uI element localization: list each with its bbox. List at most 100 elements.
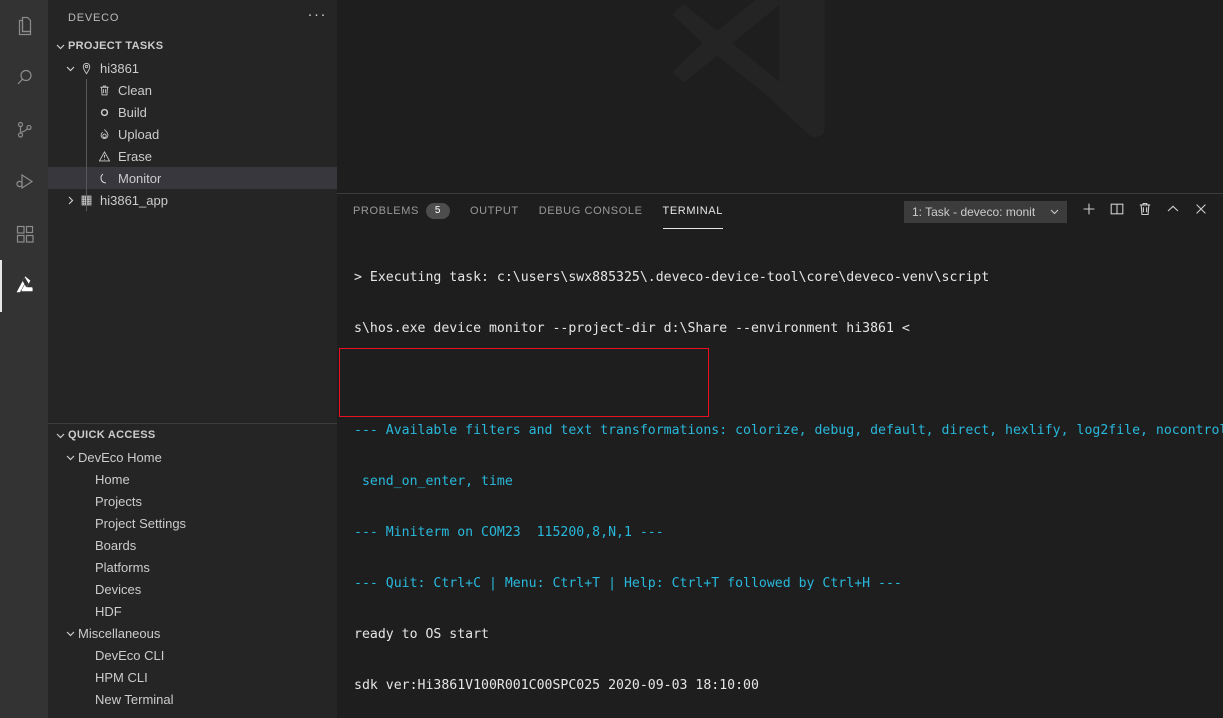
tab-label: DEBUG CONSOLE — [538, 204, 643, 217]
tab-problems[interactable]: PROBLEMS 5 — [353, 194, 450, 229]
chevron-down-icon — [1047, 206, 1061, 217]
section-label-project-tasks: PROJECT TASKS — [68, 40, 164, 52]
split-terminal-button[interactable] — [1103, 198, 1131, 226]
terminal-line: --- Quit: Ctrl+C | Menu: Ctrl+T | Help: … — [354, 576, 902, 591]
tree-row-project-settings[interactable]: Project Settings — [48, 512, 337, 534]
terminal-line: --- Miniterm on COM23 115200,8,N,1 --- — [354, 525, 664, 540]
tree-label: HPM CLI — [95, 669, 148, 685]
location-pin-icon — [78, 60, 94, 76]
project-tasks-tree: hi3861 Clean Build Upload Erase Monitor … — [48, 57, 337, 211]
sidebar-title-bar: DEVECO ··· — [48, 0, 337, 35]
tree-label: Project Settings — [95, 515, 187, 531]
terminal-viewport[interactable]: > Executing task: c:\users\swx885325\.de… — [337, 229, 1223, 718]
tab-debug-console[interactable]: DEBUG CONSOLE — [539, 194, 643, 229]
kill-terminal-button[interactable] — [1131, 198, 1159, 226]
tree-row-projects[interactable]: Projects — [48, 490, 337, 512]
terminal-line: s\hos.exe device monitor --project-dir d… — [354, 321, 910, 336]
quick-access-tree: DevEco Home Home Projects Project Settin… — [48, 446, 337, 710]
warning-triangle-icon — [96, 148, 112, 164]
tree-row-platforms[interactable]: Platforms — [48, 556, 337, 578]
panel-actions: 1: Task - deveco: monit — [904, 194, 1215, 229]
new-terminal-button[interactable] — [1075, 198, 1103, 226]
terminal-output: > Executing task: c:\users\swx885325\.de… — [337, 235, 1223, 718]
activity-bar — [0, 0, 48, 718]
close-panel-button[interactable] — [1187, 198, 1215, 226]
section-header-project-tasks[interactable]: PROJECT TASKS — [48, 35, 337, 57]
tree-label: Clean — [118, 82, 152, 98]
tree-row-hi3861[interactable]: hi3861 — [48, 57, 337, 79]
chevron-up-icon — [1165, 201, 1181, 222]
empty-editor-background — [337, 0, 1223, 193]
main-area: PROBLEMS 5 OUTPUT DEBUG CONSOLE TERMINAL — [337, 0, 1223, 718]
terminal-selector-dropdown[interactable]: 1: Task - deveco: monit — [904, 200, 1067, 223]
tree-row-home[interactable]: Home — [48, 468, 337, 490]
activity-item-explorer[interactable] — [0, 0, 48, 52]
tree-label: Upload — [118, 126, 160, 142]
chevron-right-icon — [62, 189, 78, 211]
tab-terminal[interactable]: TERMINAL — [662, 194, 723, 229]
tree-label: Platforms — [95, 559, 150, 575]
tree-row-hdf[interactable]: HDF — [48, 600, 337, 622]
tree-label: Projects — [95, 493, 142, 509]
extensions-icon — [13, 222, 37, 246]
section-header-quick-access[interactable]: QUICK ACCESS — [48, 423, 337, 446]
sidebar-more-actions-icon[interactable]: ··· — [308, 7, 328, 26]
chevron-down-icon — [52, 35, 68, 57]
tab-label: OUTPUT — [469, 204, 519, 217]
activity-item-search[interactable] — [0, 52, 48, 104]
tree-label: HDF — [95, 603, 122, 619]
tree-label: Boards — [95, 537, 137, 553]
tree-row-devices[interactable]: Devices — [48, 578, 337, 600]
activity-item-source-control[interactable] — [0, 104, 48, 156]
tree-row-hpm-cli[interactable]: HPM CLI — [48, 666, 337, 688]
bottom-panel: PROBLEMS 5 OUTPUT DEBUG CONSOLE TERMINAL — [337, 193, 1223, 718]
tree-row-clean[interactable]: Clean — [48, 79, 337, 101]
tree-row-deveco-home[interactable]: DevEco Home — [48, 446, 337, 468]
tree-label: Erase — [118, 148, 152, 164]
terminal-line: send_on_enter, time — [354, 474, 513, 489]
tree-label: Devices — [95, 581, 142, 597]
tree-label: DevEco CLI — [95, 647, 165, 663]
tab-label: PROBLEMS — [353, 204, 419, 217]
tree-row-upload[interactable]: Upload — [48, 123, 337, 145]
tree-row-hi3861-app[interactable]: hi3861_app — [48, 189, 337, 211]
moon-icon — [96, 170, 112, 186]
tree-row-monitor[interactable]: Monitor — [48, 167, 337, 189]
sidebar: DEVECO ··· PROJECT TASKS hi3861 Clean Bu… — [48, 0, 337, 718]
activity-item-extensions[interactable] — [0, 208, 48, 260]
terminal-line: ready to OS start — [354, 627, 489, 642]
trash-icon — [96, 82, 112, 98]
tree-label: hi3861 — [100, 60, 140, 76]
split-editor-icon — [1109, 201, 1125, 222]
tree-row-boards[interactable]: Boards — [48, 534, 337, 556]
activity-item-run-and-debug[interactable] — [0, 156, 48, 208]
tree-row-erase[interactable]: Erase — [48, 145, 337, 167]
tree-row-build[interactable]: Build — [48, 101, 337, 123]
tree-label: hi3861_app — [100, 192, 168, 208]
tree-label: Build — [118, 104, 147, 120]
tab-output[interactable]: OUTPUT — [470, 194, 519, 229]
tree-row-miscellaneous[interactable]: Miscellaneous — [48, 622, 337, 644]
tree-row-new-terminal[interactable]: New Terminal — [48, 688, 337, 710]
maximize-panel-button[interactable] — [1159, 198, 1187, 226]
chevron-down-icon — [62, 57, 78, 79]
activity-item-deveco[interactable] — [0, 260, 48, 312]
chevron-down-icon — [52, 424, 68, 446]
tab-label: TERMINAL — [662, 204, 723, 217]
sidebar-title: DEVECO — [68, 11, 120, 24]
close-icon — [1193, 201, 1209, 222]
panel-header: PROBLEMS 5 OUTPUT DEBUG CONSOLE TERMINAL — [337, 194, 1223, 229]
search-icon — [13, 66, 37, 90]
terminal-line: --- Available filters and text transform… — [354, 423, 1223, 438]
tree-row-deveco-cli[interactable]: DevEco CLI — [48, 644, 337, 666]
tree-label: Home — [95, 471, 130, 487]
explorer-icon — [13, 14, 37, 38]
plus-icon — [1081, 201, 1097, 222]
section-label-quick-access: QUICK ACCESS — [68, 429, 156, 441]
vscode-watermark-logo — [672, 0, 825, 138]
terminal-line: > Executing task: c:\users\swx885325\.de… — [354, 270, 990, 285]
source-control-icon — [13, 118, 37, 142]
flame-icon — [96, 126, 112, 142]
terminal-line: sdk ver:Hi3861V100R001C00SPC025 2020-09-… — [354, 678, 759, 693]
